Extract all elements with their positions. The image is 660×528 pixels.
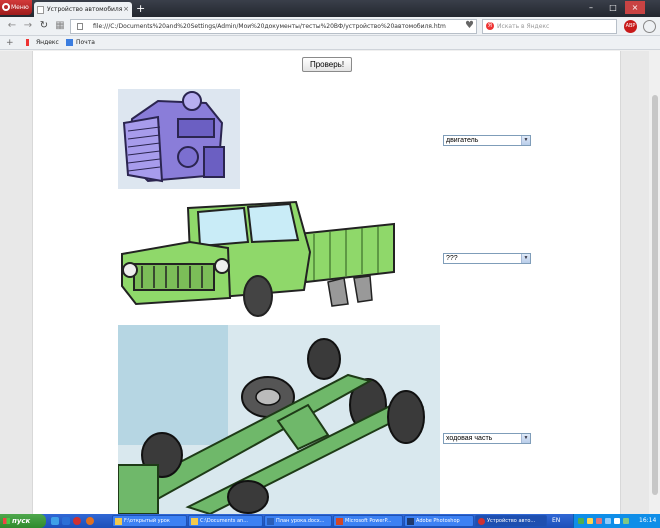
bookmark-mail[interactable]: Почта <box>64 36 95 50</box>
taskbar-item-documents[interactable]: C:\Documents an... <box>188 515 263 527</box>
check-button[interactable]: Проверь! <box>302 57 352 72</box>
taskbar-item-folder-lesson[interactable]: F:\открытый урок <box>112 515 187 527</box>
search-placeholder: Искать в Яндекс <box>497 23 550 30</box>
taskbar-item-word[interactable]: План урока.docx... <box>264 515 332 527</box>
minimize-button[interactable]: – <box>581 1 601 14</box>
answer-select-1[interactable]: двигатель ▼ <box>443 135 531 146</box>
adblock-button[interactable]: ABP <box>624 20 637 33</box>
close-tab-icon[interactable]: × <box>123 2 129 17</box>
speed-dial-button[interactable]: ▦ <box>54 20 66 32</box>
tray-icon[interactable] <box>623 518 629 524</box>
windows-logo-icon <box>3 518 10 524</box>
yandex-icon: Я <box>486 22 494 30</box>
search-input[interactable]: Я Искать в Яндекс <box>482 19 617 34</box>
tab-active[interactable]: Устройство автомобиля × <box>34 2 132 17</box>
volume-icon[interactable] <box>614 518 620 524</box>
yandex-icon <box>26 39 29 46</box>
select-value: двигатель <box>446 137 479 144</box>
start-label: пуск <box>12 517 31 525</box>
firefox-icon[interactable] <box>86 517 94 525</box>
close-window-button[interactable]: × <box>625 1 645 14</box>
tray-icon[interactable] <box>587 518 593 524</box>
maximize-button[interactable]: □ <box>603 1 623 14</box>
taskbar-item-photoshop[interactable]: Adobe Photoshop <box>404 515 474 527</box>
start-button[interactable]: пуск <box>0 514 46 528</box>
select-value: ??? <box>446 255 458 262</box>
forward-button[interactable]: → <box>22 20 34 32</box>
clock: 16:14 <box>639 517 657 524</box>
opera-icon[interactable] <box>73 517 81 525</box>
taskbar: пуск F:\открытый урок C:\Documents an...… <box>0 514 660 528</box>
tray-icon[interactable] <box>596 518 602 524</box>
back-button[interactable]: ← <box>6 20 18 32</box>
chevron-down-icon[interactable]: ▼ <box>521 136 530 145</box>
engine-drawing <box>118 89 240 189</box>
file-icon <box>77 23 83 30</box>
opera-logo-icon <box>2 3 10 11</box>
truck-drawing <box>118 194 397 321</box>
chevron-down-icon[interactable]: ▼ <box>521 434 530 443</box>
address-bar[interactable]: file:///C:/Documents%20and%20Settings/Ad… <box>70 19 477 34</box>
folder-icon <box>191 518 198 525</box>
bookmark-yandex[interactable]: Яндекс <box>24 36 59 50</box>
page-icon <box>37 6 44 14</box>
bookmark-label: Яндекс <box>36 39 59 46</box>
tab-title: Устройство автомобиля <box>47 6 123 13</box>
select-value: ходовая часть <box>446 435 493 442</box>
chassis-image <box>118 325 440 514</box>
title-bar: Меню Устройство автомобиля × + – □ × <box>0 0 660 17</box>
taskbar-item-powerpoint[interactable]: Microsoft PowerP... <box>333 515 403 527</box>
chevron-down-icon[interactable]: ▼ <box>521 254 530 263</box>
photoshop-icon <box>407 518 414 525</box>
folder-icon <box>115 518 122 525</box>
answer-select-2[interactable]: ??? ▼ <box>443 253 531 264</box>
powerpoint-icon <box>336 518 343 525</box>
address-text: file:///C:/Documents%20and%20Settings/Ad… <box>93 23 446 30</box>
new-tab-button[interactable]: + <box>136 3 148 15</box>
navigation-bar: ← → ↻ ▦ file:///C:/Documents%20and%20Set… <box>0 17 660 36</box>
mail-icon <box>66 39 73 46</box>
language-indicator[interactable]: EN <box>552 514 560 528</box>
reload-button[interactable]: ↻ <box>38 20 50 32</box>
truck-image <box>118 194 397 321</box>
opera-menu-label: Меню <box>11 4 29 11</box>
scrollbar-thumb[interactable] <box>652 95 658 495</box>
heart-icon[interactable]: ♥ <box>465 19 477 32</box>
ie-icon[interactable] <box>62 517 70 525</box>
tray-icon[interactable] <box>578 518 584 524</box>
engine-image <box>118 89 240 189</box>
tray-icon[interactable] <box>605 518 611 524</box>
word-icon <box>267 518 274 525</box>
answer-select-3[interactable]: ходовая часть ▼ <box>443 433 531 444</box>
taskbar-item-browser[interactable]: Устройство авто... <box>475 515 547 527</box>
desktop-icon[interactable] <box>51 517 59 525</box>
opera-menu-button[interactable]: Меню <box>0 0 32 15</box>
opera-sidebar-button[interactable] <box>643 20 656 33</box>
opera-icon <box>478 518 485 525</box>
bookmark-label: Почта <box>76 39 95 46</box>
chassis-drawing <box>118 325 440 514</box>
bookmarks-bar: + Яндекс Почта <box>0 36 660 50</box>
add-bookmark-icon[interactable]: + <box>6 37 14 49</box>
